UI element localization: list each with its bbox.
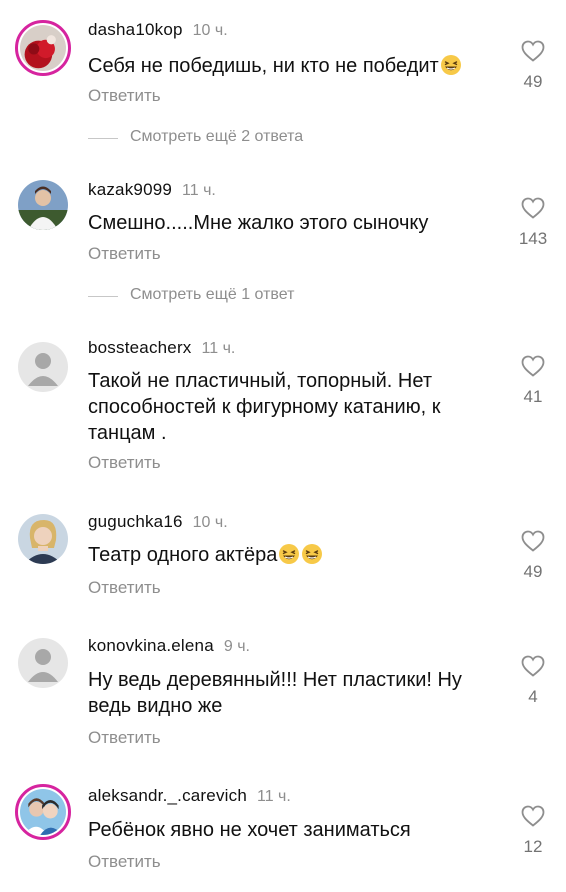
heart-outline-icon[interactable]: [521, 355, 545, 377]
view-more-label[interactable]: Смотреть ещё 2 ответа: [130, 128, 303, 146]
comment-meta: dasha10kop 10 ч.: [88, 20, 228, 40]
avatar[interactable]: [18, 180, 68, 230]
comment-text: Себя не победишь, ни кто не победит: [88, 53, 498, 79]
default-avatar[interactable]: [18, 342, 68, 392]
reply-button[interactable]: Ответить: [88, 728, 161, 748]
heart-outline-icon[interactable]: [521, 805, 545, 827]
divider-line: [88, 296, 118, 297]
heart-outline-icon[interactable]: [521, 197, 545, 219]
like-button[interactable]: 143: [510, 197, 556, 249]
laughing-emoji: [440, 54, 462, 76]
reply-button[interactable]: Ответить: [88, 852, 161, 872]
like-count: 12: [523, 837, 543, 856]
comment-meta: kazak9099 11 ч.: [88, 180, 216, 200]
comment-text: Такой не пластичный, топорный. Нет спосо…: [88, 370, 441, 444]
timestamp: 10 ч.: [192, 514, 228, 531]
like-button[interactable]: 49: [510, 530, 556, 582]
user-silhouette-icon: [18, 342, 68, 392]
comment-meta: aleksandr._.carevich 11 ч.: [88, 786, 291, 806]
comment-meta: bossteacherx 11 ч.: [88, 338, 235, 358]
like-count: 4: [528, 687, 538, 706]
comment-text: Ну ведь деревянный!!! Нет пластики! Ну в…: [88, 669, 462, 717]
like-count: 49: [523, 72, 543, 91]
red-roses-photo: [20, 25, 66, 71]
username[interactable]: kazak9099: [88, 180, 172, 199]
like-count: 49: [523, 562, 543, 581]
reply-button[interactable]: Ответить: [88, 86, 161, 106]
like-button[interactable]: 49: [510, 40, 556, 92]
avatar[interactable]: [15, 20, 71, 76]
default-avatar[interactable]: [18, 638, 68, 688]
divider-line: [88, 138, 118, 139]
username[interactable]: dasha10kop: [88, 20, 183, 39]
view-more-label[interactable]: Смотреть ещё 1 ответ: [130, 286, 294, 304]
laughing-emoji: [278, 543, 300, 565]
two-people-photo: [20, 789, 66, 835]
comment-text: Ребёнок явно не хочет заниматься: [88, 819, 411, 841]
user-silhouette-icon: [18, 638, 68, 688]
like-button[interactable]: 4: [510, 655, 556, 707]
woman-photo: [18, 514, 68, 564]
timestamp: 11 ч.: [256, 788, 291, 805]
username[interactable]: aleksandr._.carevich: [88, 786, 247, 805]
avatar[interactable]: [15, 784, 71, 840]
timestamp: 9 ч.: [223, 638, 250, 655]
username[interactable]: guguchka16: [88, 512, 183, 531]
heart-outline-icon[interactable]: [521, 40, 545, 62]
heart-outline-icon[interactable]: [521, 530, 545, 552]
username[interactable]: konovkina.elena: [88, 636, 214, 655]
laughing-emoji: [301, 543, 323, 565]
comment-text: Театр одного актёра: [88, 542, 498, 568]
comment-text: Смешно.....Мне жалко этого сыночку: [88, 212, 429, 234]
reply-button[interactable]: Ответить: [88, 578, 161, 598]
comment-meta: guguchka16 10 ч.: [88, 512, 228, 532]
timestamp: 11 ч.: [182, 182, 216, 199]
timestamp: 10 ч.: [192, 22, 228, 39]
timestamp: 11 ч.: [201, 340, 236, 357]
like-button[interactable]: 41: [510, 355, 556, 407]
avatar[interactable]: [18, 514, 68, 564]
like-count: 41: [523, 387, 543, 406]
like-count: 143: [518, 229, 548, 248]
person-photo: [18, 180, 68, 230]
reply-button[interactable]: Ответить: [88, 244, 161, 264]
comment-meta: konovkina.elena 9 ч.: [88, 636, 250, 656]
like-button[interactable]: 12: [510, 805, 556, 857]
heart-outline-icon[interactable]: [521, 655, 545, 677]
username[interactable]: bossteacherx: [88, 338, 192, 357]
reply-button[interactable]: Ответить: [88, 453, 161, 473]
